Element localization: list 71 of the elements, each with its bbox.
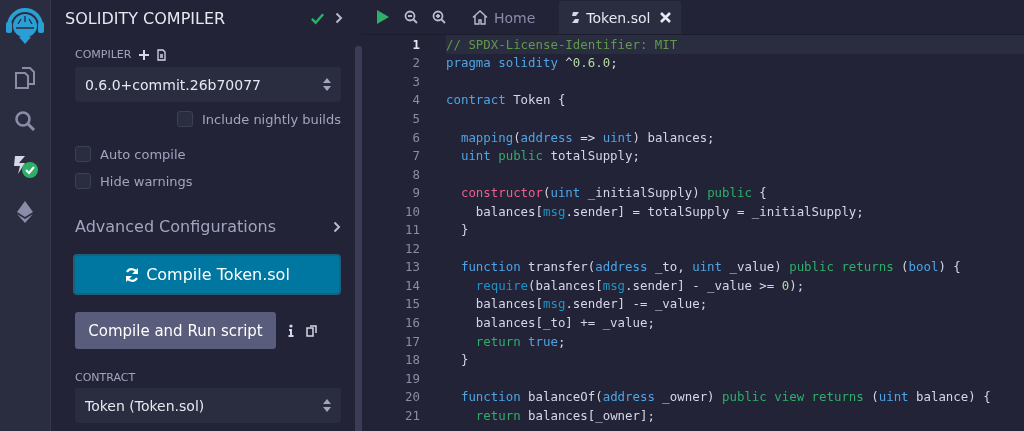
checkbox[interactable] — [75, 173, 91, 189]
line-number: 7 — [411, 148, 420, 164]
line-number: 1 — [411, 36, 420, 52]
line-number: 9 — [411, 185, 420, 201]
line-number: 17 — [404, 333, 420, 349]
line-number: 12 — [404, 240, 420, 256]
line-number: 14 — [404, 277, 420, 293]
line-number: 15 — [404, 296, 420, 312]
contract-select[interactable]: Token (Token.sol) — [75, 388, 341, 423]
refresh-icon — [124, 266, 141, 283]
info-icon[interactable] — [288, 324, 294, 337]
code-line: constructor(uint _initialSupply) public { — [459, 184, 768, 202]
scrollbar[interactable] — [355, 46, 362, 431]
code-line: return balances[_owner]; — [474, 406, 656, 425]
checkbox-label: Include nightly builds — [201, 111, 341, 127]
line-number: 2 — [411, 55, 420, 71]
line-number: 18 — [404, 352, 420, 368]
code-line: mapping(address => uint) balances; — [459, 128, 716, 147]
solidity-icon — [571, 11, 581, 24]
line-number: 8 — [411, 166, 420, 182]
code-line: balances[msg.sender] = totalSupply = _initialSupply; — [474, 202, 865, 221]
code-line: balances[_to] += _value; — [474, 313, 656, 332]
editor-tab[interactable]: Token.sol — [559, 1, 682, 34]
compiler-label: COMPILER — [75, 48, 132, 61]
files-icon[interactable] — [14, 66, 36, 90]
line-number: 16 — [404, 314, 420, 330]
close-icon[interactable] — [660, 12, 672, 23]
code-line: function balanceOf(address _owner) public view returns (uint balance) { — [459, 388, 992, 406]
line-number: 19 — [404, 370, 420, 386]
code-line: balances[msg.sender] -= _value; — [474, 295, 709, 314]
plus-icon[interactable] — [139, 49, 150, 60]
search-icon[interactable] — [14, 110, 36, 132]
file-icon[interactable] — [157, 48, 167, 61]
line-number: 3 — [411, 73, 420, 89]
line-number: 13 — [404, 259, 420, 275]
checkbox-label: Hide warnings — [100, 173, 193, 189]
section-title[interactable]: Advanced Configurations — [75, 217, 276, 236]
code-line: } — [459, 221, 470, 239]
sort-icon — [323, 78, 331, 91]
compile-run-button[interactable]: Compile and Run script — [75, 312, 276, 349]
code-line: return true; — [474, 332, 567, 351]
line-number: 10 — [404, 203, 420, 219]
compiler-select[interactable]: 0.6.0+commit.26b70077 — [75, 67, 341, 102]
code-line: uint public totalSupply; — [459, 147, 641, 165]
chevron-icon[interactable] — [333, 220, 341, 233]
chevron-icon[interactable] — [335, 12, 343, 24]
contract-label: CONTRACT — [75, 371, 136, 384]
zoom-out-icon[interactable] — [404, 9, 418, 24]
checkbox[interactable] — [75, 146, 91, 162]
line-number: 4 — [411, 92, 420, 108]
checkbox[interactable] — [176, 111, 193, 127]
line-number: 6 — [411, 129, 420, 145]
editor-tab[interactable]: Home — [460, 1, 546, 34]
code-line: contract Token { — [446, 91, 567, 110]
code-line: pragma solidity ^0.6.0; — [446, 54, 619, 73]
line-number: 5 — [411, 110, 420, 126]
copy-icon[interactable] — [306, 324, 317, 337]
zoom-in-icon[interactable] — [432, 9, 446, 24]
code-line: } — [459, 351, 470, 369]
checkbox-label: Auto compile — [100, 146, 186, 162]
play-icon[interactable] — [376, 8, 390, 25]
line-number: 21 — [404, 407, 420, 423]
compile-button[interactable]: Compile Token.sol — [73, 254, 341, 295]
ethereum-icon[interactable] — [14, 200, 36, 224]
sort-icon — [323, 399, 331, 412]
home-icon — [472, 10, 488, 25]
code-line: require(balances[msg.sender] - _value >= 0); — [474, 276, 806, 295]
code-line: function transfer(address _to, uint _value) public returns (bool) { — [459, 258, 962, 277]
panel-title: SOLIDITY COMPILER — [65, 8, 227, 28]
line-number: 11 — [404, 222, 420, 238]
line-number: 20 — [404, 389, 420, 405]
